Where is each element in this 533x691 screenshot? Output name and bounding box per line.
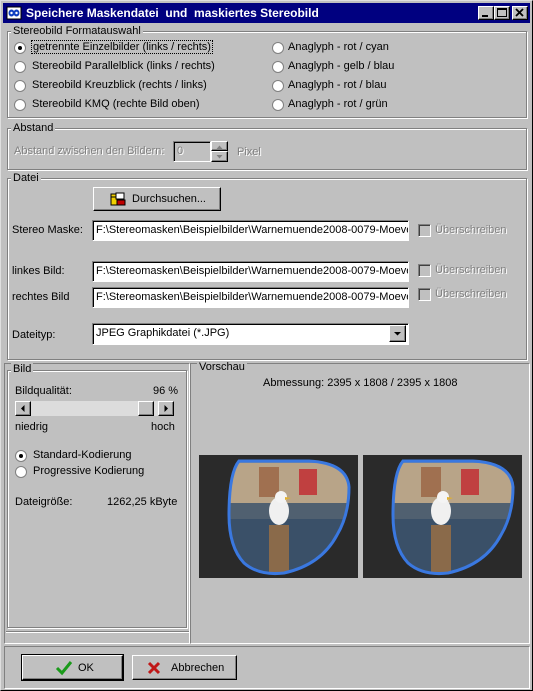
format-option-label: getrennte Einzelbilder (links / rechts) <box>31 40 213 54</box>
filetype-value: JPEG Graphikdatei (*.JPG) <box>96 327 230 339</box>
overwrite-left-checkbox[interactable] <box>418 264 431 277</box>
overwrite-right-checkbox[interactable] <box>418 288 431 301</box>
chevron-down-icon <box>394 332 401 336</box>
preview-dimensions: Abmessung: 2395 x 1808 / 2395 x 1808 <box>263 377 458 389</box>
format-option-label: Anaglyph - rot / cyan <box>288 41 389 53</box>
format-option-label: Stereobild Parallelblick (links / rechts… <box>32 60 215 72</box>
format-option-label: Stereobild KMQ (rechte Bild oben) <box>32 98 200 110</box>
minimize-icon <box>482 15 488 17</box>
quality-low-label: niedrig <box>15 421 49 433</box>
cancel-label: Abbrechen <box>171 662 225 674</box>
ok-label: OK <box>78 662 94 674</box>
spin-up-icon <box>216 145 223 149</box>
slider-thumb[interactable] <box>138 401 154 416</box>
filetype-dropdown-button[interactable] <box>389 325 406 342</box>
quality-high-label: hoch <box>151 421 175 433</box>
mask-label: Stereo Maske: <box>12 224 83 236</box>
format-option-label: Anaglyph - gelb / blau <box>288 60 395 72</box>
minimize-button[interactable] <box>478 6 494 20</box>
overwrite-mask-label: Überschreiben <box>435 224 507 236</box>
radio-button[interactable] <box>14 80 26 92</box>
encoding-label: Standard-Kodierung <box>33 449 132 461</box>
close-button[interactable] <box>512 6 528 20</box>
filetype-select[interactable]: JPEG Graphikdatei (*.JPG) <box>92 323 409 345</box>
app-icon <box>6 6 22 20</box>
radio-button-selected[interactable] <box>14 42 26 54</box>
cancel-x-icon <box>147 661 161 675</box>
abstand-value: 0 <box>177 145 184 157</box>
browse-button[interactable]: Durchsuchen... <box>93 187 221 211</box>
filetype-label: Dateityp: <box>12 329 56 341</box>
format-option-label: Anaglyph - rot / grün <box>288 98 388 110</box>
slider-right-button[interactable] <box>158 401 174 416</box>
cancel-button[interactable]: Abbrechen <box>132 655 237 680</box>
radio-button-selected[interactable] <box>15 450 27 462</box>
abstand-label: Abstand zwischen den Bildern: <box>14 145 165 157</box>
radio-button[interactable] <box>272 61 284 73</box>
filesize-value: 1262,25 kByte <box>107 496 178 508</box>
maximize-button[interactable] <box>494 6 510 20</box>
encoding-label: Progressive Kodierung <box>33 465 145 477</box>
chevron-right-icon <box>164 405 168 412</box>
radio-button[interactable] <box>15 466 27 478</box>
close-icon <box>515 8 524 17</box>
dialog-window: Speichere Maskendatei und maskiertes Ste… <box>0 0 533 691</box>
radio-button[interactable] <box>14 99 26 111</box>
overwrite-right-label: Überschreiben <box>435 288 507 300</box>
quality-slider[interactable] <box>14 400 175 417</box>
slider-left-button[interactable] <box>15 401 31 416</box>
bild-group-label: Bild <box>11 363 34 375</box>
format-option-label: Anaglyph - rot / blau <box>288 79 387 91</box>
left-image-path-input[interactable]: F:\Stereomasken\Beispielbilder\Warnemuen… <box>92 261 409 282</box>
quality-value: 96 % <box>153 385 179 397</box>
filesize-label: Dateigröße: <box>15 496 73 508</box>
datei-group-label: Datei <box>11 172 41 184</box>
checkmark-icon <box>55 661 73 676</box>
quality-label: Bildqualität: <box>15 385 72 397</box>
spin-down-button[interactable] <box>211 151 228 162</box>
spin-up-button[interactable] <box>211 141 228 151</box>
format-group-label: Stereobild Formatauswahl <box>11 25 143 37</box>
radio-button[interactable] <box>272 80 284 92</box>
abstand-group-label: Abstand <box>11 122 56 134</box>
browse-label: Durchsuchen... <box>132 193 206 205</box>
left-image-label: linkes Bild: <box>12 265 65 277</box>
divider <box>6 631 189 633</box>
right-image-label: rechtes Bild <box>12 291 70 303</box>
right-image-path-input[interactable]: F:\Stereomasken\Beispielbilder\Warnemuen… <box>92 287 409 308</box>
folder-browse-icon <box>110 192 126 206</box>
radio-button[interactable] <box>272 99 284 111</box>
chevron-left-icon <box>21 405 25 412</box>
mask-path-input[interactable]: F:\Stereomasken\Beispielbilder\Warnemuen… <box>92 220 409 241</box>
radio-button[interactable] <box>272 42 284 54</box>
abstand-input[interactable]: 0 <box>173 141 211 162</box>
window-title: Speichere Maskendatei und maskiertes Ste… <box>26 6 319 20</box>
title-bar[interactable]: Speichere Maskendatei und maskiertes Ste… <box>3 3 530 23</box>
ok-button[interactable]: OK <box>21 654 124 681</box>
abstand-unit: Pixel <box>237 146 261 158</box>
radio-button[interactable] <box>14 61 26 73</box>
spin-down-icon <box>216 155 223 159</box>
preview-image-right <box>363 455 522 578</box>
format-option-label: Stereobild Kreuzblick (rechts / links) <box>32 79 207 91</box>
maximize-icon <box>497 8 507 17</box>
preview-image-left <box>199 455 358 578</box>
overwrite-mask-checkbox[interactable] <box>418 224 431 237</box>
overwrite-left-label: Überschreiben <box>435 264 507 276</box>
vorschau-group-label: Vorschau <box>197 361 247 373</box>
